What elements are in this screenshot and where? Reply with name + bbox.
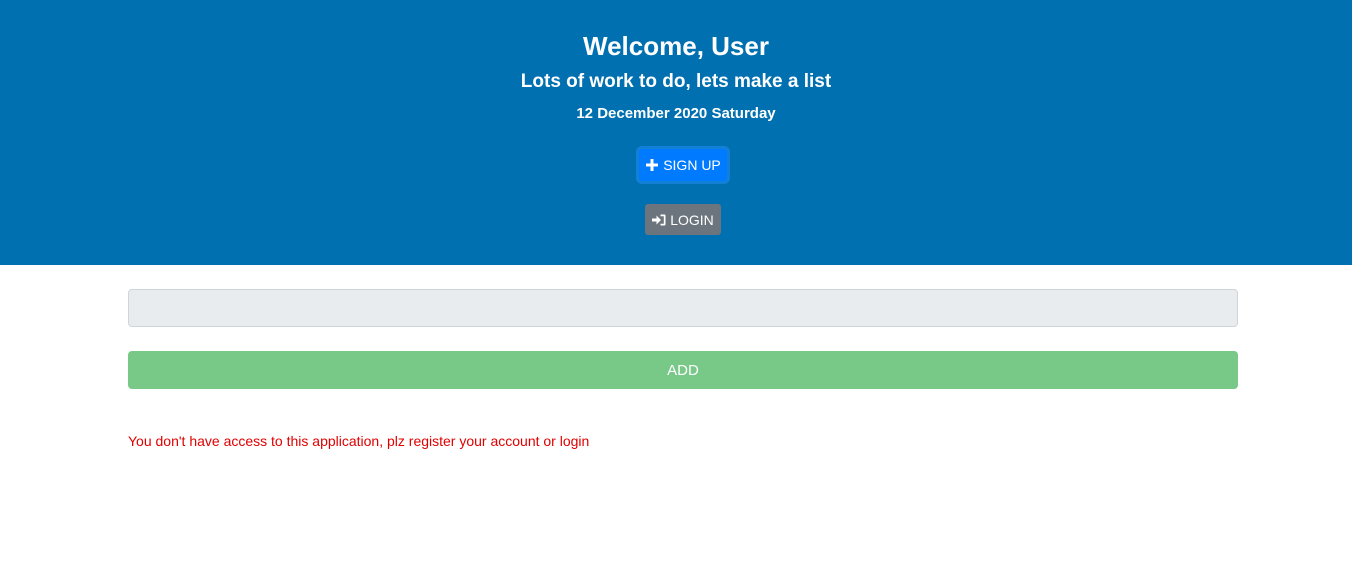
current-date: 12 December 2020 Saturday: [576, 105, 776, 122]
sign-in-icon: [652, 213, 666, 227]
access-denied-message: You don't have access to this applicatio…: [128, 433, 590, 449]
task-input[interactable]: [128, 289, 1238, 327]
plus-icon: [645, 158, 659, 172]
welcome-subtitle: Lots of work to do, lets make a list: [520, 71, 832, 92]
login-label: LOGIN: [670, 211, 714, 228]
login-button[interactable]: LOGIN: [645, 204, 721, 235]
welcome-title: Welcome, User: [583, 31, 769, 61]
signup-label: SIGN UP: [663, 157, 721, 173]
signup-button[interactable]: SIGN UP: [639, 149, 727, 181]
add-button[interactable]: ADD: [128, 351, 1238, 389]
welcome-header: Welcome, User Lots of work to do, lets m…: [0, 0, 1352, 265]
